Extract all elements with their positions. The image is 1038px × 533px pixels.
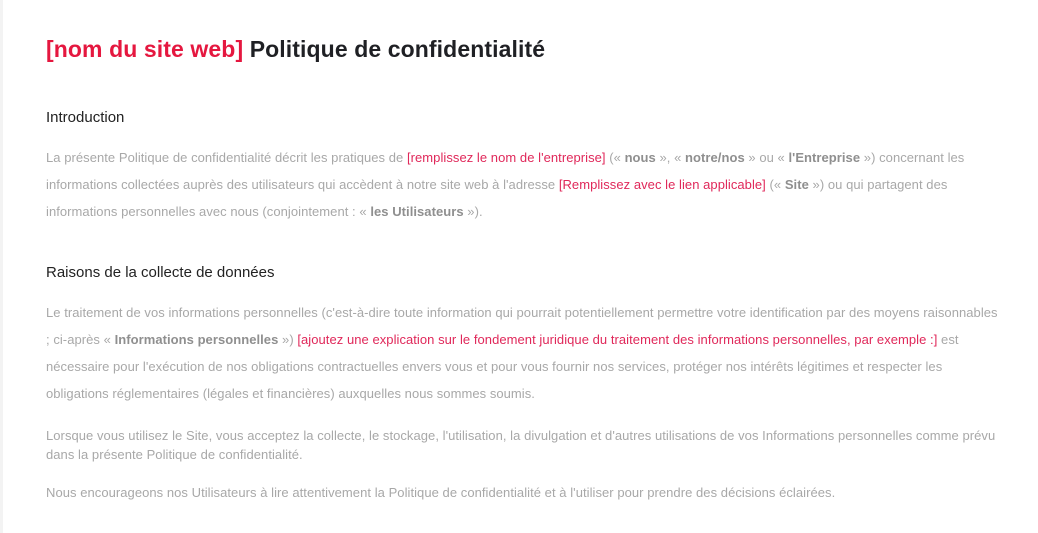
section-heading-introduction: Introduction — [46, 109, 125, 126]
title-placeholder: [nom du site web] — [46, 36, 244, 62]
consent-paragraph: Lorsque vous utilisez le Site, vous acce… — [46, 428, 996, 462]
section-heading-data-collection: Raisons de la collecte de données — [46, 264, 275, 281]
data-processing-paragraph: Le traitement de vos informations person… — [46, 299, 1001, 407]
term-entreprise: l'Entreprise — [788, 150, 861, 165]
company-name-placeholder: [remplissez le nom de l'entreprise] — [406, 150, 606, 165]
text-run: (« — [605, 150, 625, 165]
term-informations-personnelles: Informations personnelles — [114, 332, 279, 347]
page-title: [nom du site web] Politique de confident… — [46, 36, 545, 63]
term-nous: nous — [624, 150, 656, 165]
introduction-paragraph: La présente Politique de confidentialité… — [46, 144, 1001, 225]
site-link-placeholder: [Remplissez avec le lien applicable] — [558, 177, 766, 192]
text-run: ») — [278, 332, 298, 347]
left-edge-divider — [0, 0, 3, 533]
encouragement-paragraph: Nous encourageons nos Utilisateurs à lir… — [46, 485, 836, 500]
term-utilisateurs: les Utilisateurs — [370, 204, 464, 219]
text-run: (« — [765, 177, 785, 192]
legal-basis-placeholder: [ajoutez une explication sur le fondemen… — [297, 332, 938, 347]
term-site: Site — [784, 177, 809, 192]
text-run: La présente Politique de confidentialité… — [46, 150, 407, 165]
title-text: Politique de confidentialité — [249, 36, 546, 62]
text-run: »). — [463, 204, 483, 219]
term-notre-nos: notre/nos — [685, 150, 745, 165]
text-run: », « — [655, 150, 686, 165]
text-run: » ou « — [744, 150, 789, 165]
